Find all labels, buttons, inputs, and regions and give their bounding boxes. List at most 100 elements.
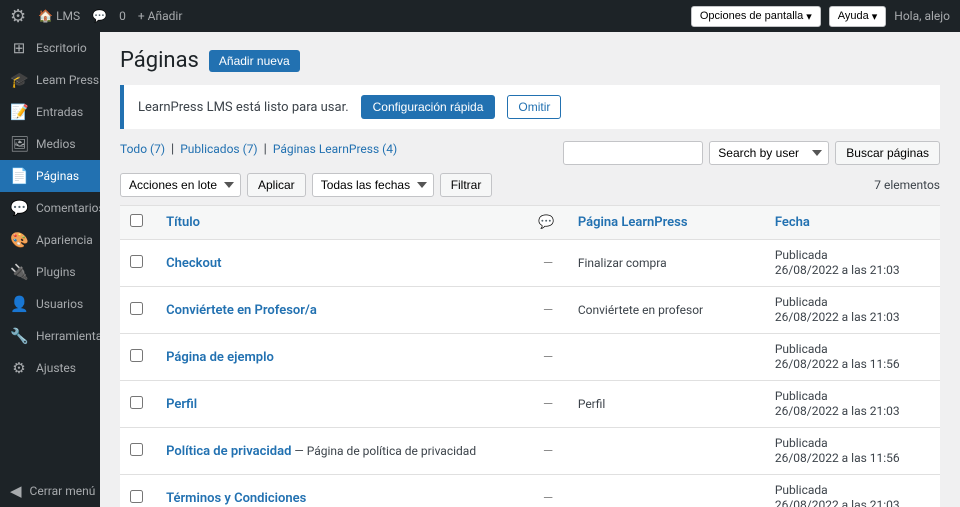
- filter-todo[interactable]: Todo (7): [120, 142, 165, 156]
- filter-links: Todo (7) | Publicados (7) | Páginas Lear…: [120, 142, 397, 157]
- row-checkbox-2: [120, 334, 156, 381]
- filter-learnpress[interactable]: Páginas LearnPress (4): [273, 142, 397, 156]
- sidebar-item-learnpress[interactable]: 🎓 Leam Press: [0, 64, 100, 96]
- row-comments-1: —: [528, 287, 568, 334]
- row-title-1: Conviértete en Profesor/a: [156, 287, 528, 334]
- home-icon: 🏠: [38, 9, 53, 23]
- row-title-link-2[interactable]: Página de ejemplo: [166, 350, 274, 365]
- row-comments-4: —: [528, 428, 568, 475]
- sidebar-label-learnpress: Leam Press: [36, 73, 99, 87]
- sidebar-label-comentarios: Comentarios: [36, 201, 105, 215]
- sidebar-label-medios: Medios: [36, 137, 76, 151]
- config-rapida-button[interactable]: Configuración rápida: [361, 95, 496, 119]
- medios-icon: 🖼: [10, 135, 28, 153]
- row-select-4[interactable]: [130, 443, 143, 456]
- sidebar-item-herramientas[interactable]: 🔧 Herramientas: [0, 320, 100, 352]
- filter-button[interactable]: Filtrar: [440, 173, 493, 197]
- sidebar-item-entradas[interactable]: 📝 Entradas: [0, 96, 100, 128]
- sidebar: ⊞ Escritorio 🎓 Leam Press 📝 Entradas 🖼 M…: [0, 0, 100, 507]
- sidebar-item-cerrar-menu[interactable]: ◀ Cerrar menú: [0, 475, 100, 507]
- top-admin-bar: ⚙ 🏠 LMS 💬 0 + Añadir Opciones de pantall…: [0, 0, 960, 32]
- row-select-0[interactable]: [130, 255, 143, 268]
- help-button[interactable]: Ayuda ▾: [829, 6, 887, 27]
- row-title-4: Política de privacidad — Página de polít…: [156, 428, 528, 475]
- row-checkbox-3: [120, 381, 156, 428]
- notice-box: LearnPress LMS está listo para usar. Con…: [120, 85, 940, 129]
- row-comments-0: —: [528, 240, 568, 287]
- add-new-button[interactable]: Añadir nueva: [209, 50, 300, 72]
- search-input[interactable]: [563, 141, 703, 165]
- cerrar-icon: ◀: [10, 482, 22, 500]
- header-comments-col: 💬: [528, 206, 568, 240]
- filter-publicados[interactable]: Publicados (7): [180, 142, 257, 156]
- bulk-action-select-top[interactable]: Acciones en lote: [120, 173, 241, 197]
- row-checkbox-5: [120, 475, 156, 507]
- comment-icon-bar[interactable]: 💬: [92, 9, 107, 23]
- row-learnpress-2: [568, 334, 765, 381]
- row-learnpress-4: [568, 428, 765, 475]
- learnpress-icon: 🎓: [10, 71, 28, 89]
- sidebar-item-paginas[interactable]: 📄 Páginas: [0, 160, 100, 192]
- header-title-col[interactable]: Título: [156, 206, 528, 240]
- row-select-2[interactable]: [130, 349, 143, 362]
- header-checkbox-col: [120, 206, 156, 240]
- row-checkbox-1: [120, 287, 156, 334]
- header-date-col[interactable]: Fecha: [765, 206, 940, 240]
- row-select-1[interactable]: [130, 302, 143, 315]
- row-title-0: Checkout: [156, 240, 528, 287]
- sidebar-label-usuarios: Usuarios: [36, 297, 83, 311]
- sidebar-item-medios[interactable]: 🖼 Medios: [0, 128, 100, 160]
- sidebar-item-comentarios[interactable]: 💬 Comentarios: [0, 192, 100, 224]
- main-content: Páginas Añadir nueva LearnPress LMS está…: [100, 32, 960, 507]
- search-by-user-select[interactable]: Search by user: [709, 141, 829, 165]
- date-filter-select[interactable]: Todas las fechas: [312, 173, 434, 197]
- row-select-3[interactable]: [130, 396, 143, 409]
- ajustes-icon: ⚙: [10, 359, 28, 377]
- sidebar-item-ajustes[interactable]: ⚙ Ajustes: [0, 352, 100, 384]
- sidebar-item-escritorio[interactable]: ⊞ Escritorio: [0, 32, 100, 64]
- table-row: Checkout — Finalizar compra Publicada 26…: [120, 240, 940, 287]
- sidebar-label-entradas: Entradas: [36, 105, 83, 119]
- screen-options-button[interactable]: Opciones de pantalla ▾: [691, 6, 821, 27]
- sidebar-label-paginas: Páginas: [36, 169, 79, 183]
- herramientas-icon: 🔧: [10, 327, 28, 345]
- sidebar-label-plugins: Plugins: [36, 265, 76, 279]
- page-header: Páginas Añadir nueva: [120, 48, 940, 73]
- sidebar-item-plugins[interactable]: 🔌 Plugins: [0, 256, 100, 288]
- lms-home-link[interactable]: 🏠 LMS: [38, 9, 80, 23]
- header-learnpress-col: Página LearnPress: [568, 206, 765, 240]
- row-learnpress-1: Conviértete en profesor: [568, 287, 765, 334]
- omitir-button[interactable]: Omitir: [507, 95, 561, 119]
- row-date-3: Publicada 26/08/2022 a las 21:03: [765, 381, 940, 428]
- notice-text: LearnPress LMS está listo para usar.: [138, 100, 349, 115]
- search-pages-button[interactable]: Buscar páginas: [835, 141, 940, 165]
- usuarios-icon: 👤: [10, 295, 28, 313]
- sidebar-item-apariencia[interactable]: 🎨 Apariencia: [0, 224, 100, 256]
- row-learnpress-3: Perfil: [568, 381, 765, 428]
- row-select-5[interactable]: [130, 490, 143, 503]
- sidebar-label-ajustes: Ajustes: [36, 361, 76, 375]
- pages-table: Título 💬 Página LearnPress Fecha Checkou…: [120, 205, 940, 507]
- add-new-link[interactable]: + Añadir: [138, 9, 183, 23]
- row-title-link-3[interactable]: Perfil: [166, 397, 197, 412]
- select-all-checkbox[interactable]: [130, 214, 143, 227]
- row-learnpress-5: [568, 475, 765, 507]
- greeting: Hola, alejo: [894, 9, 950, 23]
- sidebar-label-apariencia: Apariencia: [36, 233, 93, 247]
- items-count-top: 7 elementos: [874, 178, 940, 192]
- row-comments-2: —: [528, 334, 568, 381]
- sidebar-item-usuarios[interactable]: 👤 Usuarios: [0, 288, 100, 320]
- row-title-link-1[interactable]: Conviértete en Profesor/a: [166, 303, 317, 318]
- table-row: Política de privacidad — Página de polít…: [120, 428, 940, 475]
- row-title-link-4[interactable]: Política de privacidad: [166, 444, 291, 459]
- page-title: Páginas: [120, 48, 199, 73]
- row-date-1: Publicada 26/08/2022 a las 21:03: [765, 287, 940, 334]
- paginas-icon: 📄: [10, 167, 28, 185]
- user-link[interactable]: alejo: [924, 9, 950, 23]
- apply-button-top[interactable]: Aplicar: [247, 173, 306, 197]
- row-comments-5: —: [528, 475, 568, 507]
- row-title-link-0[interactable]: Checkout: [166, 256, 221, 271]
- row-title-link-5[interactable]: Términos y Condiciones: [166, 491, 306, 506]
- apariencia-icon: 🎨: [10, 231, 28, 249]
- row-title-2: Página de ejemplo: [156, 334, 528, 381]
